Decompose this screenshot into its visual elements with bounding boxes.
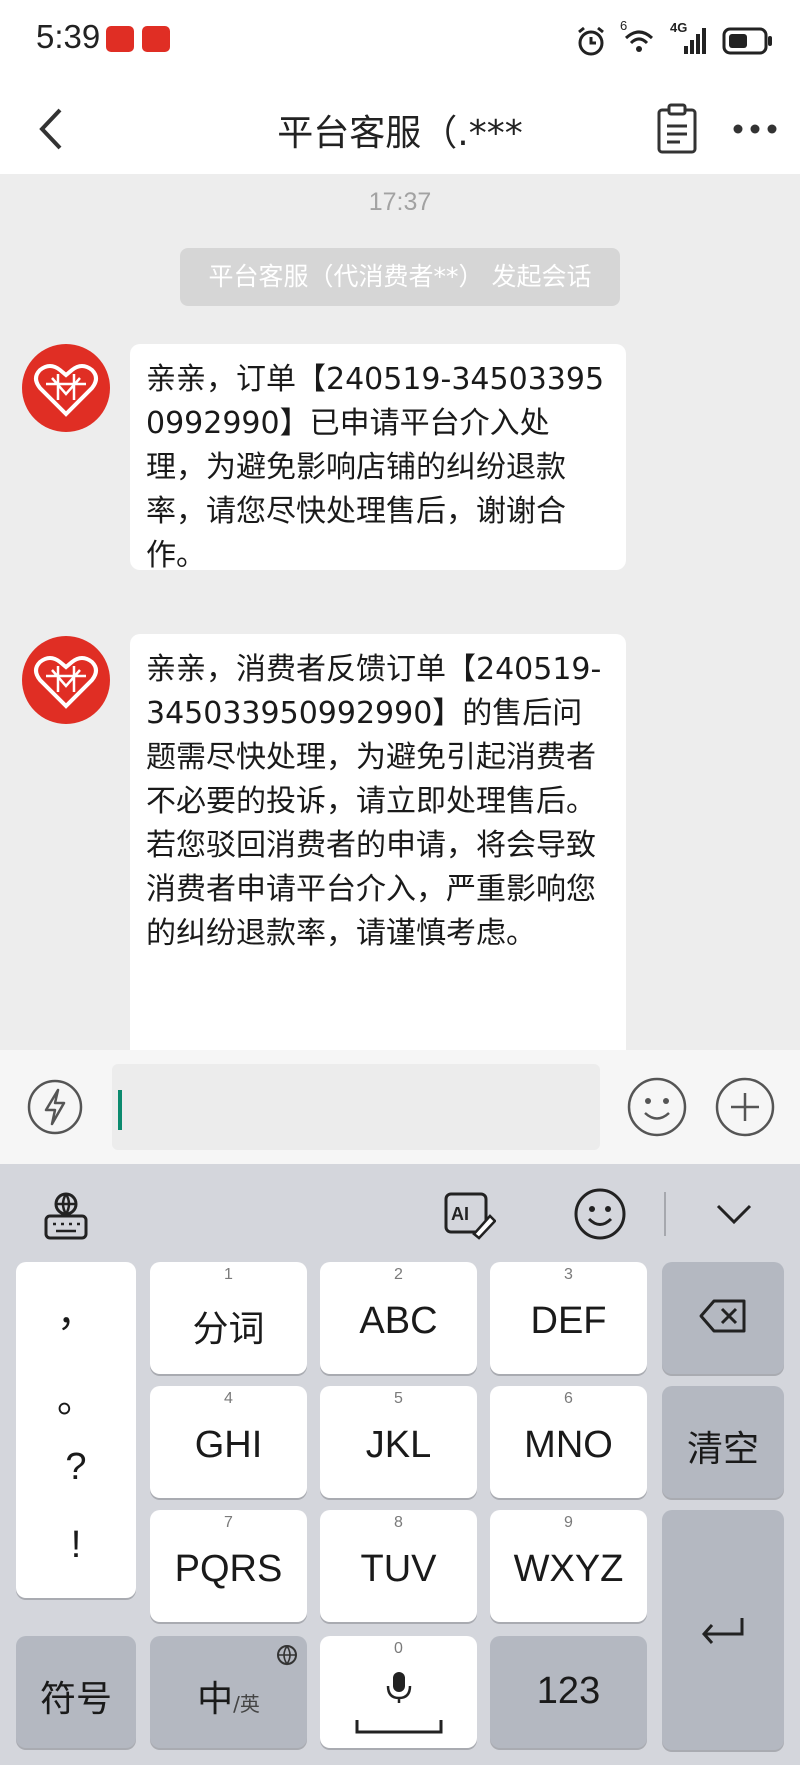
globe-icon: [277, 1645, 297, 1666]
key-7[interactable]: 7 PQRS: [150, 1510, 307, 1622]
alarm-icon: [578, 26, 604, 56]
punct-key-exclaim[interactable]: !: [16, 1524, 136, 1567]
lightning-icon[interactable]: [26, 1078, 84, 1136]
key-2[interactable]: 2 ABC: [320, 1262, 477, 1374]
key-number: 8: [394, 1514, 403, 1531]
language-main: 中: [197, 1679, 234, 1720]
message-input-bar: [0, 1050, 800, 1164]
key-6[interactable]: 6 MNO: [490, 1386, 647, 1498]
key-label: JKL: [365, 1424, 432, 1466]
key-3[interactable]: 3 DEF: [490, 1262, 647, 1374]
language-sub: /英: [233, 1692, 260, 1716]
key-number: 7: [224, 1514, 233, 1531]
key-label: 分词: [192, 1309, 265, 1350]
punct-key-period[interactable]: 。: [16, 1368, 136, 1423]
language-label: 中/英: [150, 1670, 307, 1722]
clear-key-label: 清空: [686, 1429, 759, 1470]
smile-icon[interactable]: [626, 1076, 688, 1138]
backspace-icon: [699, 1299, 746, 1333]
ai-write-icon[interactable]: AI: [440, 1186, 496, 1242]
status-time: 5:39: [36, 18, 101, 55]
numbers-key[interactable]: 123: [490, 1636, 647, 1748]
collapse-chevron-icon[interactable]: [712, 1196, 756, 1232]
clear-key[interactable]: 清空: [662, 1386, 784, 1498]
system-icons: 6 4G: [574, 18, 774, 64]
key-number: 5: [394, 1390, 403, 1407]
symbols-key-label: 符号: [39, 1679, 112, 1720]
key-number: 0: [394, 1640, 403, 1657]
key-label: ABC: [359, 1300, 438, 1342]
key-label: WXYZ: [513, 1548, 624, 1590]
message-input[interactable]: [112, 1064, 600, 1150]
battery-icon: [722, 27, 772, 55]
space-bar-icon: [355, 1720, 443, 1734]
message-bubble[interactable]: 亲亲，订单【240519-345033950992990】已申请平台介入处理，为…: [130, 344, 626, 573]
space-key[interactable]: 0: [320, 1636, 477, 1748]
key-9[interactable]: 9 WXYZ: [490, 1510, 647, 1622]
clipboard-icon[interactable]: [650, 102, 704, 156]
punct-key-question[interactable]: ?: [16, 1446, 136, 1489]
key-number: 4: [224, 1390, 233, 1407]
chat-area[interactable]: 17:37 平台客服（代消费者**） 发起会话 亲亲，订单【240519-345…: [0, 174, 800, 1192]
network-label: 4G: [670, 20, 688, 35]
text-caret: [118, 1090, 122, 1130]
key-4[interactable]: 4 GHI: [150, 1386, 307, 1498]
key-number: 2: [394, 1266, 403, 1283]
chat-header: 平台客服（.***: [0, 84, 800, 174]
punctuation-column: ， 。 ? !: [16, 1262, 136, 1598]
key-label: GHI: [194, 1424, 263, 1466]
punct-key-comma[interactable]: ，: [16, 1282, 136, 1337]
more-dots-icon[interactable]: [730, 106, 780, 152]
pinduoduo-icon: [106, 26, 134, 52]
message-timestamp: 17:37: [368, 188, 432, 216]
globe-keyboard-icon[interactable]: [40, 1190, 92, 1242]
sender-avatar[interactable]: [22, 636, 110, 724]
key-label: TUV: [360, 1548, 437, 1590]
key-number: 3: [564, 1266, 573, 1283]
backspace-key[interactable]: [662, 1262, 784, 1374]
wifi-badge: 6: [620, 18, 628, 33]
keyboard: AI ， 。 ? ! 1 分词 2 ABC 3 DEF 4 GHI 5 JKL …: [0, 1164, 800, 1765]
system-message: 平台客服（代消费者**） 发起会话: [180, 248, 620, 306]
pinduoduo-heart-avatar: [34, 364, 98, 417]
numbers-key-label: 123: [536, 1670, 601, 1712]
key-label: DEF: [530, 1300, 607, 1342]
key-number: 9: [564, 1514, 573, 1531]
enter-icon: [701, 1618, 744, 1644]
key-5[interactable]: 5 JKL: [320, 1386, 477, 1498]
enter-key[interactable]: [662, 1510, 784, 1750]
wifi-icon: 6: [620, 18, 658, 58]
symbols-key[interactable]: 符号: [16, 1636, 136, 1748]
key-8[interactable]: 8 TUV: [320, 1510, 477, 1622]
key-number: 1: [224, 1266, 233, 1283]
language-switch-key[interactable]: 中/英: [150, 1636, 307, 1748]
key-number: 6: [564, 1390, 573, 1407]
pinduoduo-heart-avatar: [34, 656, 98, 709]
key-1[interactable]: 1 分词: [150, 1262, 307, 1374]
pinduoduo-icon: [142, 26, 170, 52]
emoji-icon[interactable]: [572, 1186, 628, 1242]
microphone-icon: [386, 1672, 412, 1703]
status-bar: 5:39 6 4G: [0, 0, 800, 84]
key-label: MNO: [524, 1424, 613, 1466]
plus-icon[interactable]: [714, 1076, 776, 1138]
toolbar-divider: [664, 1192, 666, 1236]
svg-text:AI: AI: [451, 1204, 469, 1224]
sender-avatar[interactable]: [22, 344, 110, 432]
signal-4g-icon: 4G: [670, 20, 710, 58]
key-label: PQRS: [174, 1548, 283, 1590]
